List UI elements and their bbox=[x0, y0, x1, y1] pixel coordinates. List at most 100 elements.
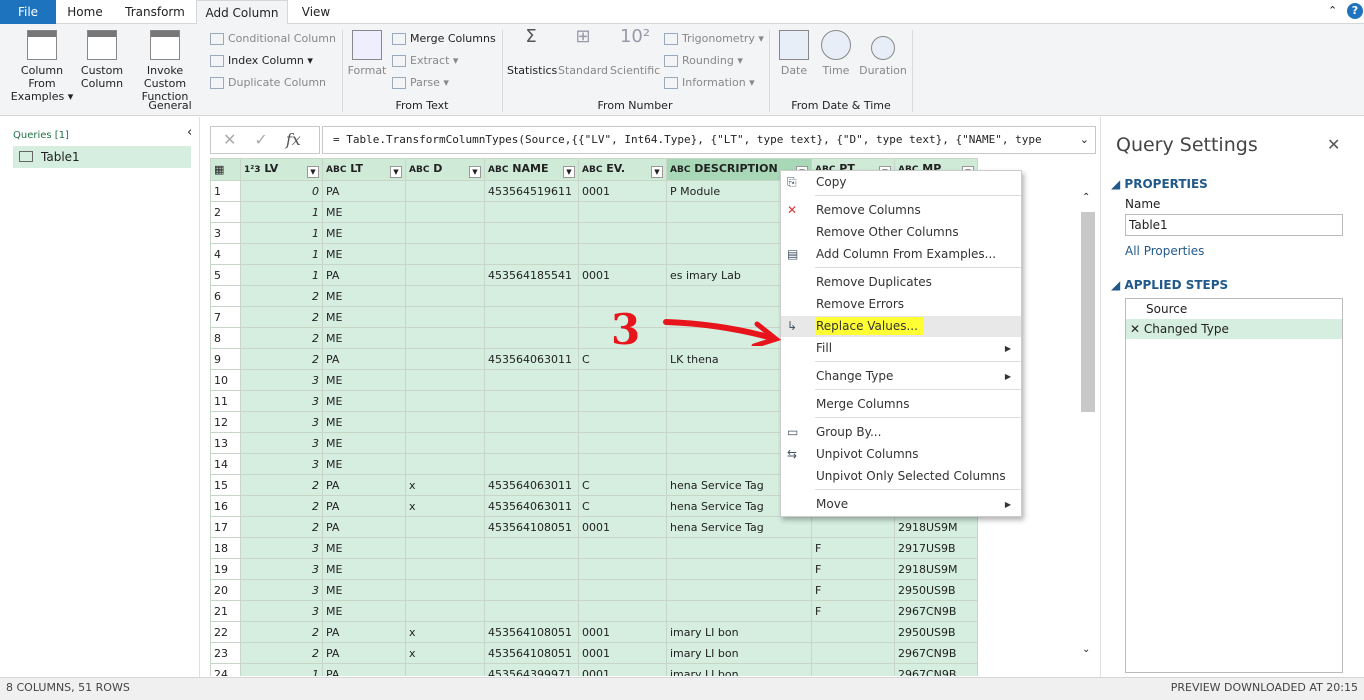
menu-item[interactable]: ⇆ Unpivot Columns bbox=[781, 444, 1021, 465]
table-cell[interactable]: ME bbox=[322, 327, 406, 349]
table-cell[interactable] bbox=[666, 579, 812, 601]
table-cell[interactable]: ME bbox=[322, 537, 406, 559]
row-number[interactable]: 9 bbox=[210, 348, 241, 370]
menu-item[interactable]: Merge Columns bbox=[781, 394, 1021, 415]
scroll-thumb[interactable] bbox=[1081, 212, 1095, 412]
table-cell[interactable] bbox=[484, 411, 579, 433]
information-button[interactable]: Information ▾ bbox=[664, 73, 755, 93]
row-number[interactable]: 13 bbox=[210, 432, 241, 454]
index-column-button[interactable]: Index Column ▾ bbox=[210, 51, 313, 71]
row-number[interactable]: 18 bbox=[210, 537, 241, 559]
table-cell[interactable] bbox=[405, 600, 485, 622]
table-cell[interactable] bbox=[405, 348, 485, 370]
conditional-column-button[interactable]: Conditional Column bbox=[210, 29, 336, 49]
vertical-scrollbar[interactable]: ⌃ ⌄ bbox=[1080, 190, 1096, 660]
menu-item[interactable]: Change Type ▶ bbox=[781, 366, 1021, 387]
table-cell[interactable]: imary LI bon bbox=[666, 663, 812, 676]
table-cell[interactable] bbox=[666, 600, 812, 622]
filter-dropdown-icon[interactable]: ▼ bbox=[307, 165, 319, 178]
row-number[interactable]: 10 bbox=[210, 369, 241, 391]
table-cell[interactable]: ME bbox=[322, 600, 406, 622]
table-cell[interactable]: 2 bbox=[240, 327, 323, 349]
table-cell[interactable] bbox=[405, 453, 485, 475]
column-type-icon[interactable]: ABC bbox=[326, 165, 346, 175]
table-cell[interactable] bbox=[484, 537, 579, 559]
column-type-icon[interactable]: ABC bbox=[488, 165, 508, 175]
tab-transform[interactable]: Transform bbox=[114, 0, 196, 24]
table-cell[interactable] bbox=[484, 327, 579, 349]
table-cell[interactable] bbox=[578, 201, 667, 223]
table-cell[interactable]: 3 bbox=[240, 453, 323, 475]
extract-button[interactable]: Extract ▾ bbox=[392, 51, 458, 71]
table-cell[interactable]: ME bbox=[322, 285, 406, 307]
table-cell[interactable]: 0001 bbox=[578, 180, 667, 202]
scientific-button[interactable]: 10² Scientific bbox=[610, 28, 660, 78]
table-cell[interactable]: x bbox=[405, 642, 485, 664]
table-cell[interactable]: 2 bbox=[240, 306, 323, 328]
column-header[interactable]: ABC NAME ▼ bbox=[484, 158, 579, 181]
table-cell[interactable] bbox=[405, 537, 485, 559]
table-cell[interactable]: ME bbox=[322, 411, 406, 433]
duration-button[interactable]: Duration bbox=[858, 30, 908, 77]
table-cell[interactable]: 3 bbox=[240, 432, 323, 454]
table-cell[interactable]: PA bbox=[322, 495, 406, 517]
fx-icon[interactable]: fx bbox=[286, 130, 301, 149]
table-cell[interactable]: 3 bbox=[240, 369, 323, 391]
table-cell[interactable]: 453564399971 bbox=[484, 663, 579, 676]
table-cell[interactable] bbox=[405, 243, 485, 265]
row-number[interactable]: 16 bbox=[210, 495, 241, 517]
column-header[interactable]: ABC EV. ▼ bbox=[578, 158, 667, 181]
row-number[interactable]: 15 bbox=[210, 474, 241, 496]
format-button[interactable]: Format bbox=[346, 30, 388, 77]
table-cell[interactable] bbox=[484, 579, 579, 601]
tab-add-column[interactable]: Add Column bbox=[196, 0, 288, 25]
row-number[interactable]: 22 bbox=[210, 621, 241, 643]
row-number[interactable]: 6 bbox=[210, 285, 241, 307]
table-cell[interactable]: 453564108051 bbox=[484, 642, 579, 664]
table-cell[interactable] bbox=[484, 390, 579, 412]
table-cell[interactable]: PA bbox=[322, 264, 406, 286]
all-properties-link[interactable]: All Properties bbox=[1125, 244, 1204, 258]
table-cell[interactable]: ME bbox=[322, 243, 406, 265]
table-cell[interactable] bbox=[484, 558, 579, 580]
table-cell[interactable]: 1 bbox=[240, 663, 323, 676]
table-cell[interactable]: 3 bbox=[240, 390, 323, 412]
table-cell[interactable] bbox=[578, 243, 667, 265]
row-number[interactable]: 23 bbox=[210, 642, 241, 664]
table-cell[interactable]: 2 bbox=[240, 516, 323, 538]
table-cell[interactable]: F bbox=[811, 558, 895, 580]
table-cell[interactable]: 2918US9M bbox=[894, 558, 978, 580]
table-cell[interactable]: PA bbox=[322, 621, 406, 643]
table-cell[interactable] bbox=[578, 558, 667, 580]
menu-item[interactable]: Unpivot Only Selected Columns bbox=[781, 466, 1021, 487]
table-cell[interactable]: 0001 bbox=[578, 621, 667, 643]
table-cell[interactable] bbox=[405, 306, 485, 328]
table-cell[interactable]: 2 bbox=[240, 348, 323, 370]
column-type-icon[interactable]: 1²3 bbox=[244, 165, 260, 175]
invoke-custom-function-button[interactable]: Invoke Custom Function bbox=[126, 30, 204, 103]
column-header[interactable]: ABC LT ▼ bbox=[322, 158, 406, 181]
menu-item[interactable]: ↳ Replace Values... bbox=[781, 316, 1021, 337]
help-icon[interactable]: ? bbox=[1347, 3, 1363, 19]
column-type-icon[interactable]: ABC bbox=[582, 165, 602, 175]
table-cell[interactable] bbox=[666, 537, 812, 559]
table-cell[interactable]: 453564108051 bbox=[484, 516, 579, 538]
table-cell[interactable]: 2 bbox=[240, 474, 323, 496]
name-input[interactable]: Table1 bbox=[1125, 214, 1343, 236]
delete-step-icon[interactable]: ✕ bbox=[1130, 322, 1140, 336]
table-cell[interactable] bbox=[405, 663, 485, 676]
table-cell[interactable] bbox=[405, 201, 485, 223]
table-cell[interactable]: 2950US9B bbox=[894, 621, 978, 643]
table-cell[interactable] bbox=[578, 411, 667, 433]
table-cell[interactable] bbox=[405, 516, 485, 538]
trigonometry-button[interactable]: Trigonometry ▾ bbox=[664, 29, 764, 49]
collapse-pane-icon[interactable]: ‹ bbox=[187, 125, 192, 140]
table-cell[interactable] bbox=[578, 537, 667, 559]
table-cell[interactable]: 2 bbox=[240, 285, 323, 307]
table-cell[interactable] bbox=[405, 180, 485, 202]
row-number[interactable]: 21 bbox=[210, 600, 241, 622]
table-cell[interactable]: ME bbox=[322, 369, 406, 391]
table-cell[interactable] bbox=[484, 243, 579, 265]
custom-column-button[interactable]: Custom Column bbox=[80, 30, 124, 90]
row-number[interactable]: 4 bbox=[210, 243, 241, 265]
